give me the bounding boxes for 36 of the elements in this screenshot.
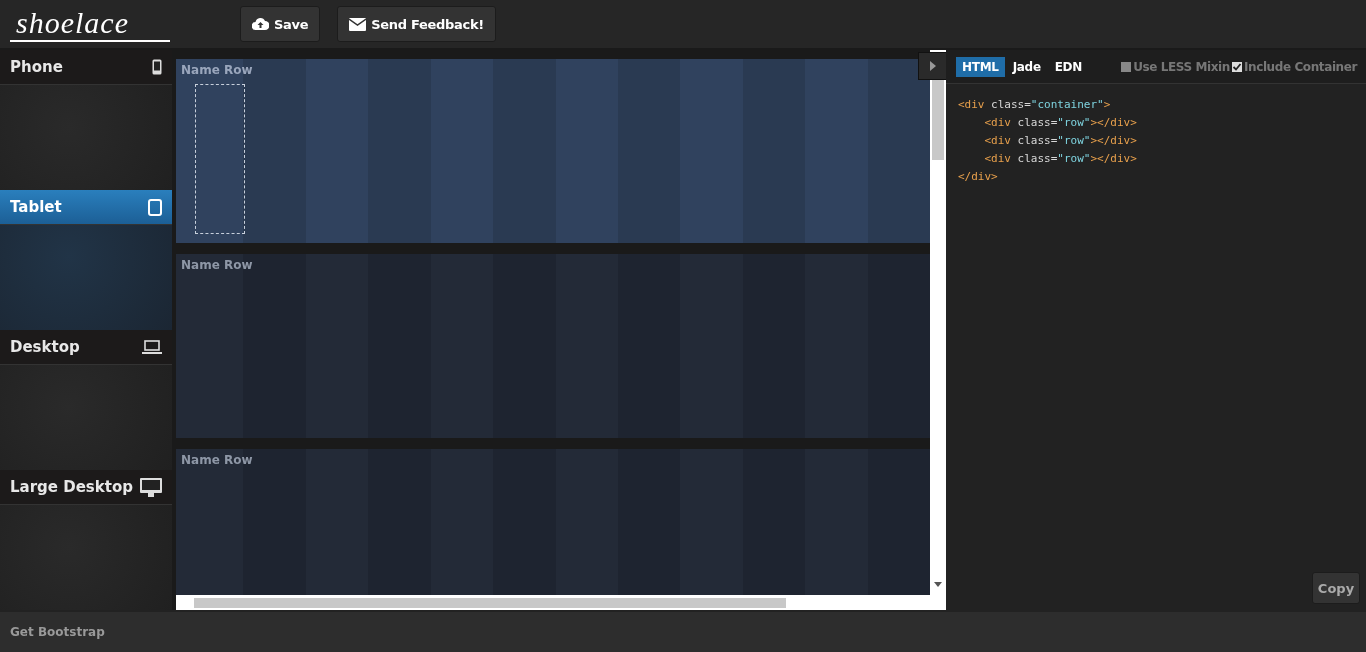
laptop-icon bbox=[142, 340, 162, 354]
code-line: <div class="row"></div> bbox=[983, 115, 1138, 131]
collapse-button[interactable] bbox=[918, 52, 948, 80]
checkbox[interactable] bbox=[1231, 61, 1242, 72]
code-line: <div class="row"></div> bbox=[983, 151, 1138, 167]
code-line: </div> bbox=[958, 169, 999, 185]
footer-link[interactable]: Get Bootstrap bbox=[10, 625, 105, 639]
format-tab[interactable]: EDN bbox=[1048, 56, 1089, 77]
cloud-upload-icon bbox=[252, 17, 269, 31]
row-label: Name Row bbox=[181, 63, 253, 77]
code-line: <div class="row"></div> bbox=[983, 133, 1138, 149]
row-label: Name Row bbox=[181, 453, 253, 467]
phone-icon bbox=[152, 59, 162, 75]
monitor-icon bbox=[140, 477, 162, 497]
device-tab[interactable]: Tablet bbox=[0, 190, 172, 225]
option-checkbox[interactable]: Include Container bbox=[1231, 59, 1357, 74]
feedback-button[interactable]: Send Feedback! bbox=[337, 6, 496, 42]
device-tab[interactable]: Phone bbox=[0, 50, 172, 85]
scrollbar[interactable] bbox=[176, 595, 946, 610]
grid-row[interactable]: Name Row bbox=[176, 254, 930, 438]
save-button[interactable]: Save bbox=[240, 6, 321, 42]
checkbox[interactable] bbox=[1121, 61, 1132, 72]
grid-row[interactable]: Name Row bbox=[176, 59, 930, 243]
row-label: Name Row bbox=[181, 258, 253, 272]
envelope-icon bbox=[349, 17, 367, 31]
code-line: <div class="container"> bbox=[958, 97, 1112, 113]
format-tab[interactable]: Jade bbox=[1006, 56, 1047, 77]
logo: shoelace bbox=[10, 6, 170, 42]
device-tab[interactable]: Desktop bbox=[0, 330, 172, 365]
tablet-icon bbox=[148, 198, 162, 216]
device-tab[interactable]: Large Desktop bbox=[0, 470, 172, 505]
format-tab[interactable]: HTML bbox=[956, 56, 1005, 77]
scrollbar[interactable] bbox=[930, 50, 946, 595]
copy-button[interactable]: Copy bbox=[1312, 572, 1360, 604]
grid-row[interactable]: Name Row bbox=[176, 449, 930, 595]
option-checkbox[interactable]: Use LESS Mixin bbox=[1121, 59, 1230, 74]
